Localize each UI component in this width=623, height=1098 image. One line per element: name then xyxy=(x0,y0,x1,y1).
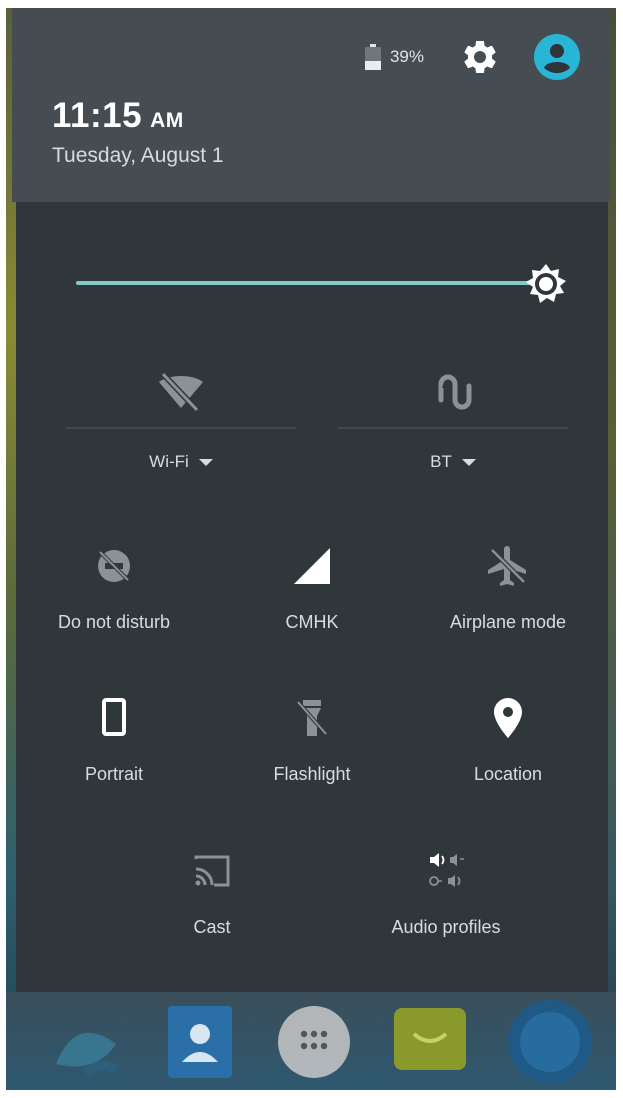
brightness-slider[interactable] xyxy=(76,262,566,306)
wifi-label-row[interactable]: Wi-Fi xyxy=(66,452,296,472)
flashlight-off-icon xyxy=(296,700,328,736)
date-text: Tuesday, August 1 xyxy=(52,144,224,167)
portrait-rotation-icon xyxy=(102,698,126,736)
tile-label: Audio profiles xyxy=(391,917,501,937)
android-screen: 39% 11:15 AM Tuesday, August 1 Wi-Fi BT … xyxy=(6,8,616,1090)
tile-label: Portrait xyxy=(84,764,144,784)
time-ampm: AM xyxy=(150,109,184,132)
quick-settings-header: 39% 11:15 AM Tuesday, August 1 xyxy=(12,8,610,202)
gear-icon[interactable] xyxy=(460,37,500,77)
tile-audio-profiles[interactable]: Audio profiles xyxy=(348,847,544,967)
tile-portrait[interactable]: Portrait xyxy=(16,694,212,814)
wifi-divider xyxy=(66,427,296,429)
tile-label: Do not disturb xyxy=(57,612,171,632)
messaging-icon[interactable] xyxy=(390,1002,470,1082)
bluetooth-label-row[interactable]: BT xyxy=(338,452,568,472)
tile-airplane-mode[interactable]: Airplane mode xyxy=(410,542,606,662)
brightness-fill xyxy=(76,281,546,285)
browser-icon[interactable] xyxy=(502,996,598,1088)
bluetooth-divider xyxy=(338,427,568,429)
audio-profiles-icon xyxy=(429,853,464,887)
tile-cellular[interactable]: CMHK xyxy=(214,542,410,662)
bluetooth-label: BT xyxy=(430,452,452,471)
wifi-off-icon xyxy=(159,371,203,413)
status-row: 39% xyxy=(364,34,580,80)
chevron-down-icon[interactable] xyxy=(198,459,213,467)
airplane-icon xyxy=(488,546,526,586)
time-value: 11:15 xyxy=(52,96,143,135)
tile-label: Cast xyxy=(193,917,231,937)
wifi-tile[interactable]: Wi-Fi xyxy=(66,352,296,492)
tile-label: Flashlight xyxy=(273,764,351,784)
tile-do-not-disturb[interactable]: Do not disturb xyxy=(16,542,212,662)
bluetooth-tile[interactable]: BT xyxy=(338,352,568,492)
tile-label: Airplane mode xyxy=(449,612,567,632)
tile-cast[interactable]: Cast xyxy=(114,847,310,967)
tile-label: Location xyxy=(473,764,543,784)
tile-label: CMHK xyxy=(285,612,339,632)
contacts-icon[interactable] xyxy=(164,1002,236,1082)
cellular-signal-icon xyxy=(294,548,330,584)
do-not-disturb-icon xyxy=(98,550,130,582)
location-pin-icon xyxy=(494,698,522,738)
tile-location[interactable]: Location xyxy=(410,694,606,814)
chevron-down-icon[interactable] xyxy=(461,459,476,467)
brightness-icon[interactable] xyxy=(524,262,568,306)
user-avatar-icon[interactable] xyxy=(534,34,580,80)
quick-settings-panel: Wi-Fi BT Do not disturb CMHK Airplane mo… xyxy=(16,202,608,992)
wifi-label: Wi-Fi xyxy=(149,452,189,471)
clock-time: 11:15 AM xyxy=(52,96,184,136)
apps-launcher-icon[interactable] xyxy=(274,1002,354,1082)
battery-icon xyxy=(364,44,381,70)
bluetooth-off-icon xyxy=(438,374,472,410)
battery-percent: 39% xyxy=(389,47,424,66)
tile-flashlight[interactable]: Flashlight xyxy=(214,694,410,814)
phone-icon[interactable] xyxy=(46,1004,126,1084)
home-dock xyxy=(6,992,616,1090)
cast-icon xyxy=(194,855,230,887)
